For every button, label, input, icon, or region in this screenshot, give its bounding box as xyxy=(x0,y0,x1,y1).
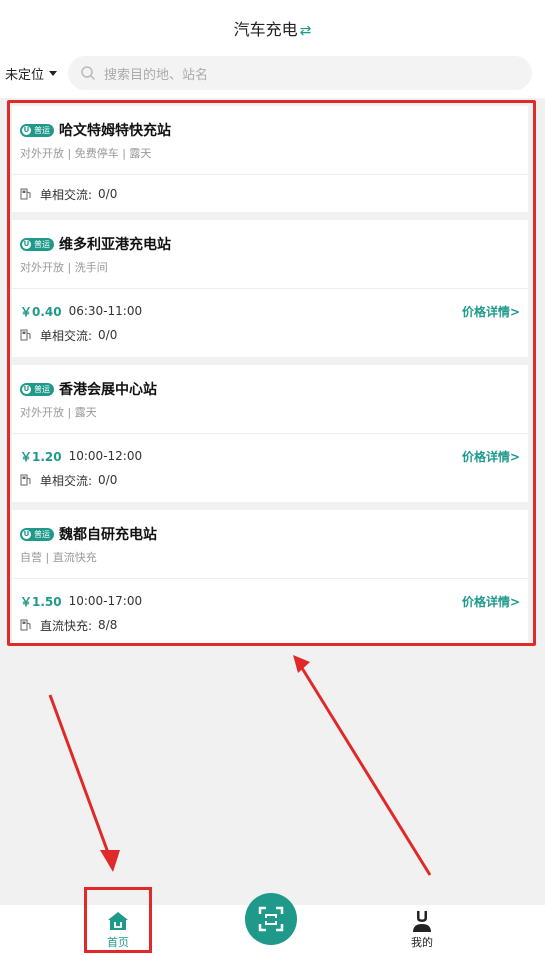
price-row: ￥0.40 06:30-11:00 价格详情> xyxy=(12,289,528,321)
charger-info: 单相交流: 0/0 xyxy=(12,319,528,351)
charger-icon xyxy=(20,619,31,631)
station-name: 香港会展中心站 xyxy=(59,382,157,398)
station-attributes: 对外开放 | 免费停车 | 露天 xyxy=(20,147,152,160)
search-icon xyxy=(81,66,96,81)
price-time-range: 10:00-12:00 xyxy=(68,449,143,463)
tab-me[interactable]: 我的 xyxy=(382,905,462,955)
divider xyxy=(12,174,528,175)
station-attributes: 对外开放 | 露天 xyxy=(20,406,97,419)
charger-type: 直流快充: xyxy=(40,618,93,633)
charger-info: 直流快充: 8/8 xyxy=(12,609,528,641)
price-time-range: 06:30-11:00 xyxy=(68,304,143,318)
charger-type: 单相交流: xyxy=(40,187,93,202)
swap-arrows-icon[interactable]: ⇄ xyxy=(300,23,312,39)
station-card[interactable]: U 普运 香港会展中心站 对外开放 | 露天 ￥1.20 10:00-12:00 … xyxy=(12,365,528,502)
annotation-arrow xyxy=(48,694,120,872)
scan-icon xyxy=(258,906,284,932)
charger-type: 单相交流: xyxy=(40,328,93,343)
price-row: ￥1.50 10:00-17:00 价格详情> xyxy=(12,579,528,611)
annotation-arrow xyxy=(293,655,432,876)
station-name: 哈文特姆特快充站 xyxy=(59,123,171,139)
charger-count: 0/0 xyxy=(98,187,118,201)
search-placeholder: 搜索目的地、站名 xyxy=(104,67,209,83)
operator-tag-label: 普运 xyxy=(34,125,50,135)
operator-tag: U 普运 xyxy=(20,382,54,396)
operator-tag: U 普运 xyxy=(20,123,54,137)
operator-logo-icon: U xyxy=(22,239,31,249)
charger-count: 0/0 xyxy=(98,473,118,487)
charger-type: 单相交流: xyxy=(40,473,93,488)
charger-info: 单相交流: 0/0 xyxy=(12,178,528,210)
page-title[interactable]: 汽车充电 ⇄ xyxy=(0,16,545,40)
station-name: 维多利亚港充电站 xyxy=(59,237,171,253)
station-attributes: 对外开放 | 洗手间 xyxy=(20,261,108,274)
operator-tag-label: 普运 xyxy=(34,384,50,394)
charger-info: 单相交流: 0/0 xyxy=(12,464,528,496)
price-detail-link[interactable]: 价格详情> xyxy=(462,448,520,465)
operator-tag-label: 普运 xyxy=(34,529,50,539)
price-detail-link[interactable]: 价格详情> xyxy=(462,593,520,610)
operator-tag: U 普运 xyxy=(20,237,54,251)
tab-home[interactable]: 首页 xyxy=(78,905,158,955)
caret-down-icon xyxy=(49,71,58,76)
station-name: 魏都自研充电站 xyxy=(59,527,157,543)
charger-icon xyxy=(20,329,31,341)
price-value: ￥1.50 xyxy=(20,594,62,609)
tab-me-label: 我的 xyxy=(411,936,433,949)
operator-logo-icon: U xyxy=(22,125,31,135)
price-value: ￥0.40 xyxy=(20,304,62,319)
location-selector[interactable]: 未定位 xyxy=(5,64,58,83)
operator-logo-icon: U xyxy=(22,384,31,394)
operator-tag-label: 普运 xyxy=(34,239,50,249)
price-detail-link[interactable]: 价格详情> xyxy=(462,303,520,320)
station-card[interactable]: U 普运 魏都自研充电站 自营 | 直流快充 ￥1.50 10:00-17:00 … xyxy=(12,510,528,644)
price-value: ￥1.20 xyxy=(20,449,62,464)
user-icon xyxy=(413,911,431,932)
search-input[interactable]: 搜索目的地、站名 xyxy=(68,56,532,90)
operator-tag: U 普运 xyxy=(20,527,54,541)
charger-icon xyxy=(20,188,31,200)
top-bar: 汽车充电 ⇄ 未定位 搜索目的地、站名 xyxy=(0,0,545,98)
tab-home-label: 首页 xyxy=(107,936,129,949)
page-title-text: 汽车充电 xyxy=(233,20,298,39)
price-row: ￥1.20 10:00-12:00 价格详情> xyxy=(12,434,528,466)
station-attributes: 自营 | 直流快充 xyxy=(20,551,97,564)
price-time-range: 10:00-17:00 xyxy=(68,594,143,608)
charger-icon xyxy=(20,474,31,486)
home-icon xyxy=(108,912,128,930)
station-card[interactable]: U 普运 维多利亚港充电站 对外开放 | 洗手间 ￥0.40 06:30-11:0… xyxy=(12,220,528,357)
location-label: 未定位 xyxy=(5,68,45,83)
scan-button[interactable] xyxy=(245,893,297,945)
station-list: U 普运 哈文特姆特快充站 对外开放 | 免费停车 | 露天 单相交流: 0/0 … xyxy=(12,106,528,652)
station-card[interactable]: U 普运 哈文特姆特快充站 对外开放 | 免费停车 | 露天 单相交流: 0/0 xyxy=(12,106,528,212)
operator-logo-icon: U xyxy=(22,529,31,539)
charger-count: 8/8 xyxy=(98,618,118,632)
charger-count: 0/0 xyxy=(98,328,118,342)
